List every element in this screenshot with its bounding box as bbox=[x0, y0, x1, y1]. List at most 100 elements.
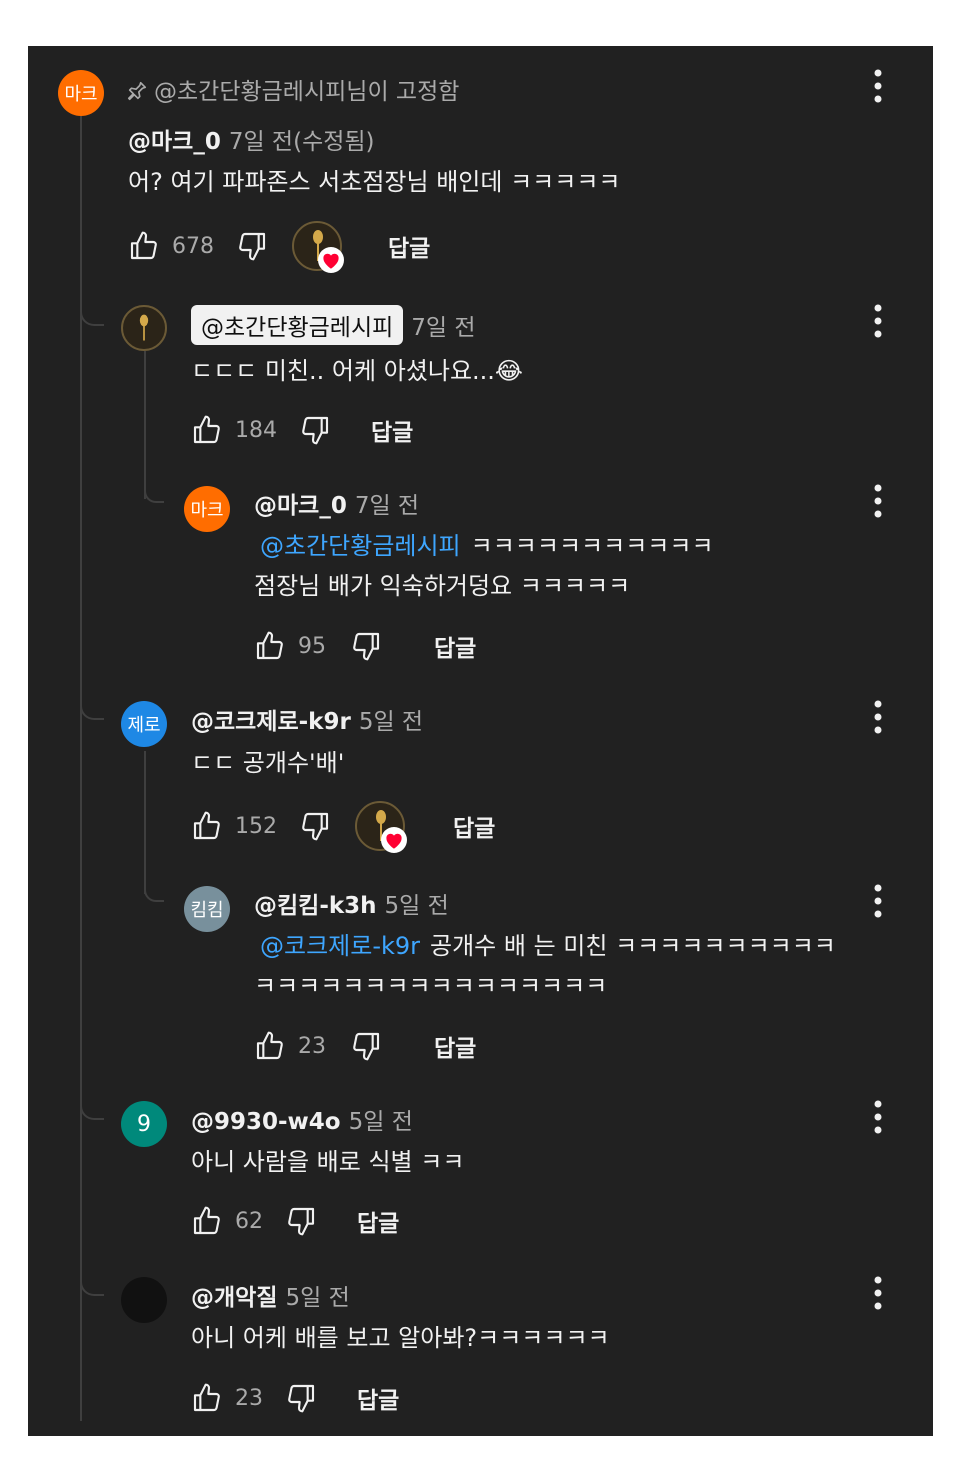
comment-text: @초간단황금레시피 ㅋㅋㅋㅋㅋㅋㅋㅋㅋㅋㅋ 점장님 배가 익숙하거덩요 ㅋㅋㅋㅋㅋ bbox=[254, 526, 714, 606]
dislike-button[interactable] bbox=[350, 1030, 382, 1062]
thumb-down-icon bbox=[239, 232, 266, 261]
reply-button[interactable]: 답글 bbox=[357, 1381, 399, 1415]
avatar-text: 마크 bbox=[190, 500, 224, 521]
author-handle[interactable]: @마크_0 bbox=[254, 493, 347, 519]
thread-connector bbox=[144, 882, 164, 902]
mention-link[interactable]: @코크제로-k9r bbox=[260, 932, 420, 960]
comment-actions: 184 답글 bbox=[191, 410, 413, 450]
thumb-down-icon bbox=[302, 812, 329, 841]
like-count: 678 bbox=[172, 233, 214, 259]
dislike-button[interactable] bbox=[236, 230, 268, 262]
creator-heart-badge bbox=[292, 221, 344, 273]
thumb-up-icon bbox=[256, 631, 283, 660]
like-count: 62 bbox=[235, 1208, 263, 1234]
comment-time[interactable]: 5일 전 bbox=[359, 709, 423, 735]
comment-header: @킴킴-k3h 5일 전 bbox=[254, 886, 449, 920]
dislike-button[interactable] bbox=[299, 414, 331, 446]
pinned-text: @초간단황금레시피님이 고정함 bbox=[154, 79, 460, 105]
comment-time[interactable]: 5일 전 bbox=[285, 1285, 349, 1311]
avatar[interactable] bbox=[121, 305, 167, 351]
avatar-text: 9 bbox=[137, 1111, 151, 1137]
spoon-logo-icon bbox=[139, 314, 149, 341]
reply-button[interactable]: 답글 bbox=[434, 1029, 476, 1063]
like-button[interactable] bbox=[254, 630, 286, 662]
comment-actions: 23 답글 bbox=[191, 1378, 399, 1418]
like-count: 152 bbox=[235, 813, 277, 839]
comment-header: @개악질 5일 전 bbox=[191, 1278, 350, 1312]
like-button[interactable] bbox=[191, 414, 223, 446]
avatar[interactable] bbox=[121, 1277, 167, 1323]
thumb-up-icon bbox=[193, 811, 220, 840]
pinned-label: @초간단황금레시피님이 고정함 bbox=[126, 72, 459, 106]
thread-line bbox=[144, 351, 146, 499]
more-vert-icon[interactable] bbox=[868, 699, 888, 735]
author-handle[interactable]: @마크_0 bbox=[128, 129, 221, 155]
thread-connector bbox=[80, 696, 104, 720]
more-vert-icon[interactable] bbox=[868, 68, 888, 104]
like-count: 95 bbox=[298, 633, 326, 659]
comment-header: @마크_0 7일 전(수정됨) bbox=[128, 122, 375, 156]
thumb-down-icon bbox=[288, 1207, 315, 1236]
like-button[interactable] bbox=[254, 1030, 286, 1062]
reply-button[interactable]: 답글 bbox=[388, 229, 430, 263]
more-vert-icon[interactable] bbox=[868, 1275, 888, 1311]
comment-time[interactable]: 5일 전 bbox=[349, 1109, 413, 1135]
comment-header: @9930-w4o 5일 전 bbox=[191, 1102, 413, 1136]
like-button[interactable] bbox=[191, 810, 223, 842]
more-vert-icon[interactable] bbox=[868, 303, 888, 339]
reply-button[interactable]: 답글 bbox=[453, 809, 495, 843]
author-handle[interactable]: @개악질 bbox=[191, 1285, 277, 1311]
more-vert-icon[interactable] bbox=[868, 883, 888, 919]
thread-connector bbox=[144, 483, 164, 503]
thread-connector bbox=[80, 302, 104, 326]
thumb-up-icon bbox=[193, 1206, 220, 1235]
thumb-up-icon bbox=[193, 1383, 220, 1412]
thread-connector bbox=[80, 1096, 104, 1120]
like-button[interactable] bbox=[128, 230, 160, 262]
comments-panel: 마크 @초간단황금레시피님이 고정함 @마크_0 7일 전(수정됨) 어? 여기 … bbox=[28, 46, 933, 1436]
more-vert-icon[interactable] bbox=[868, 1099, 888, 1135]
mention-link[interactable]: @초간단황금레시피 bbox=[260, 532, 461, 560]
creator-handle-chip[interactable]: @초간단황금레시피 bbox=[191, 305, 404, 345]
comment-time[interactable]: 7일 전 bbox=[411, 315, 475, 341]
comment-actions: 152 답글 bbox=[191, 801, 495, 853]
avatar[interactable]: 제로 bbox=[121, 701, 167, 747]
comment-actions: 678 답글 bbox=[128, 221, 430, 273]
creator-heart-icon bbox=[318, 247, 344, 273]
creator-heart-badge bbox=[355, 801, 407, 853]
avatar[interactable]: 킴킴 bbox=[184, 886, 230, 932]
like-count: 184 bbox=[235, 417, 277, 443]
author-handle[interactable]: @코크제로-k9r bbox=[191, 709, 351, 735]
comment-header: @초간단황금레시피 7일 전 bbox=[191, 305, 476, 345]
dislike-button[interactable] bbox=[285, 1382, 317, 1414]
author-handle[interactable]: @킴킴-k3h bbox=[254, 893, 377, 919]
comment-actions: 62 답글 bbox=[191, 1201, 399, 1241]
more-vert-icon[interactable] bbox=[868, 483, 888, 519]
avatar[interactable]: 마크 bbox=[58, 70, 104, 116]
thumb-up-icon bbox=[193, 415, 220, 444]
reply-button[interactable]: 답글 bbox=[357, 1204, 399, 1238]
dislike-button[interactable] bbox=[299, 810, 331, 842]
comment-text: @코크제로-k9r 공개수 배 는 미친 ㅋㅋㅋㅋㅋㅋㅋㅋㅋㅋ ㅋㅋㅋㅋㅋㅋㅋㅋㅋ… bbox=[254, 926, 836, 1006]
like-button[interactable] bbox=[191, 1205, 223, 1237]
creator-heart-icon bbox=[381, 827, 407, 853]
comment-time[interactable]: 5일 전 bbox=[385, 893, 449, 919]
pin-icon bbox=[127, 81, 147, 101]
author-handle[interactable]: @9930-w4o bbox=[191, 1109, 341, 1135]
comment-actions: 23 답글 bbox=[254, 1026, 476, 1066]
comment-time[interactable]: 7일 전(수정됨) bbox=[229, 129, 375, 155]
avatar[interactable]: 마크 bbox=[184, 486, 230, 532]
dislike-button[interactable] bbox=[285, 1205, 317, 1237]
avatar[interactable]: 9 bbox=[121, 1101, 167, 1147]
avatar-text: 킴킴 bbox=[190, 900, 224, 921]
comment-text: 어? 여기 파파존스 서초점장님 배인데 ㅋㅋㅋㅋㅋ bbox=[128, 168, 621, 196]
comment-header: @마크_0 7일 전 bbox=[254, 486, 419, 520]
comment-text: ㄷㄷ 공개수'배' bbox=[191, 749, 345, 777]
like-button[interactable] bbox=[191, 1382, 223, 1414]
dislike-button[interactable] bbox=[350, 630, 382, 662]
comment-time[interactable]: 7일 전 bbox=[355, 493, 419, 519]
thumb-up-icon bbox=[256, 1031, 283, 1060]
reply-button[interactable]: 답글 bbox=[434, 629, 476, 663]
thread-connector bbox=[80, 1272, 104, 1296]
reply-button[interactable]: 답글 bbox=[371, 413, 413, 447]
